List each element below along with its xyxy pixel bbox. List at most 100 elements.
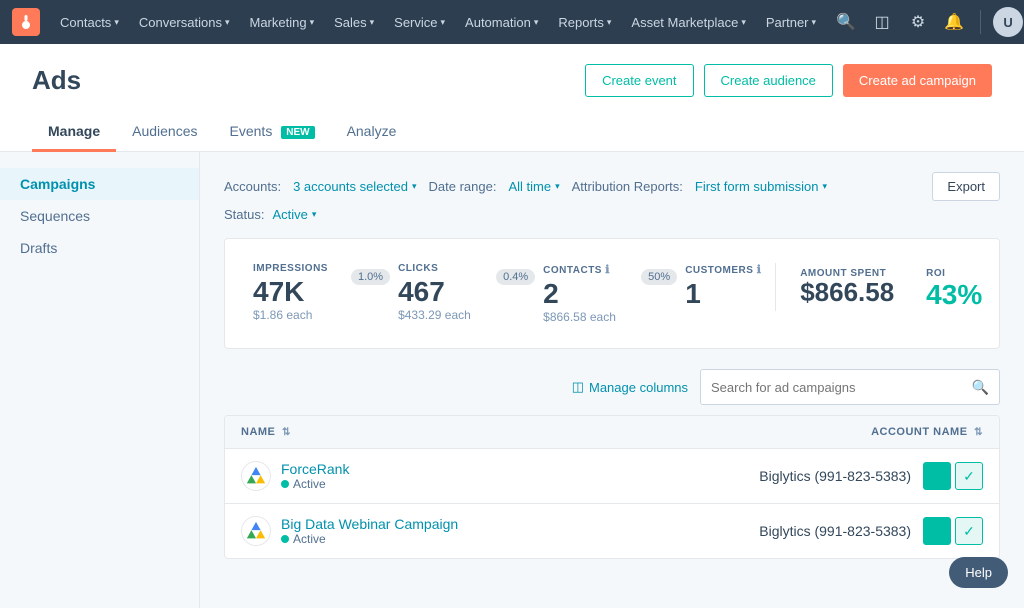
clicks-arrow: 0.4% [496,269,535,285]
events-new-badge: NEW [281,126,314,139]
status-active-dot [281,480,289,488]
check-swatch[interactable]: ✓ [955,462,983,490]
tab-manage[interactable]: Manage [32,113,116,152]
customers-stat: CUSTOMERS ℹ 1 [685,263,765,308]
accounts-filter[interactable]: 3 accounts selected ▾ [293,179,416,194]
create-campaign-button[interactable]: Create ad campaign [843,64,992,97]
nav-partner[interactable]: Partner ▾ [758,0,824,44]
avatar[interactable]: U [993,7,1023,37]
search-icon[interactable]: 🔍 [832,8,860,36]
campaign-account-cell: Biglytics (991-823-5383) ✓ [607,504,999,559]
table-header-row: NAME ⇅ ACCOUNT NAME ⇅ [225,416,999,449]
status-row: Status: Active ▾ [224,207,1000,222]
header-actions: Create event Create audience Create ad c… [585,64,992,97]
teal-swatch[interactable] [923,517,951,545]
customers-label: CUSTOMERS ℹ [685,263,765,276]
attribution-filter[interactable]: First form submission ▾ [695,179,827,194]
help-button[interactable]: Help [949,557,1008,588]
account-name: Biglytics (991-823-5383) [759,468,911,484]
service-caret-icon: ▾ [441,17,446,28]
nav-asset-marketplace[interactable]: Asset Marketplace ▾ [623,0,753,44]
search-icon: 🔍 [972,379,989,396]
date-range-caret-icon: ▾ [555,181,560,192]
table-toolbar: ◫ Manage columns 🔍 [224,369,1000,405]
roi-stat: ROI 43% [926,263,982,311]
campaign-status: Active [281,532,458,546]
reports-caret-icon: ▾ [607,17,612,28]
account-sort-icon: ⇅ [974,427,983,438]
campaign-name-cell: Big Data Webinar Campaign Active [225,504,607,559]
grid-icon[interactable]: ◫ [868,8,896,36]
attribution-label: Attribution Reports: [572,179,683,194]
campaign-name-link[interactable]: Big Data Webinar Campaign [281,516,458,532]
content-area: Accounts: 3 accounts selected ▾ Date ran… [200,152,1024,608]
check-swatch[interactable]: ✓ [955,517,983,545]
column-header-name[interactable]: NAME ⇅ [225,416,607,449]
create-audience-button[interactable]: Create audience [704,64,833,97]
tab-events[interactable]: Events NEW [214,113,331,152]
tab-analyze[interactable]: Analyze [331,113,413,152]
color-swatches: ✓ [923,462,983,490]
notifications-icon[interactable]: 🔔 [940,8,968,36]
page-title: Ads [32,65,81,96]
conversations-caret-icon: ▾ [225,17,230,28]
campaign-name-link[interactable]: ForceRank [281,461,349,477]
amount-spent-stat: AMOUNT SPENT $866.58 [800,263,894,305]
contacts-arrow: 50% [641,269,677,285]
contacts-info-icon[interactable]: ℹ [605,264,610,276]
account-name: Biglytics (991-823-5383) [759,523,911,539]
attribution-caret-icon: ▾ [822,181,827,192]
create-event-button[interactable]: Create event [585,64,693,97]
nav-marketing[interactable]: Marketing ▾ [241,0,322,44]
customers-info-icon[interactable]: ℹ [757,264,762,276]
teal-swatch[interactable] [923,462,951,490]
status-filter[interactable]: Active ▾ [272,207,316,222]
stats-right: AMOUNT SPENT $866.58 ROI 43% [775,263,982,311]
nav-service[interactable]: Service ▾ [386,0,453,44]
checkmark-icon: ✓ [963,468,975,485]
column-header-account[interactable]: ACCOUNT NAME ⇅ [607,416,999,449]
partner-caret-icon: ▾ [812,17,817,28]
clicks-stat: CLICKS 467 $433.29 each [398,263,478,322]
nav-contacts[interactable]: Contacts ▾ [52,0,127,44]
hubspot-logo[interactable] [12,8,40,36]
sales-caret-icon: ▾ [370,17,375,28]
accounts-label: Accounts: [224,179,281,194]
campaign-status: Active [281,477,349,491]
nav-divider [980,10,981,34]
sidebar-item-sequences[interactable]: Sequences [0,200,199,232]
status-text: Active [293,477,326,491]
export-button[interactable]: Export [932,172,1000,201]
manage-columns-button[interactable]: ◫ Manage columns [572,379,688,395]
top-navigation: Contacts ▾ Conversations ▾ Marketing ▾ S… [0,0,1024,44]
asset-marketplace-caret-icon: ▾ [741,17,746,28]
settings-icon[interactable]: ⚙ [904,8,932,36]
automation-caret-icon: ▾ [534,17,539,28]
page-tabs: Manage Audiences Events NEW Analyze [32,113,992,151]
stats-card: IMPRESSIONS 47K $1.86 each 1.0% CLICKS 4… [224,238,1000,349]
accounts-caret-icon: ▾ [412,181,417,192]
contacts-label: CONTACTS ℹ [543,263,623,276]
filters-row: Accounts: 3 accounts selected ▾ Date ran… [224,172,1000,201]
nav-conversations[interactable]: Conversations ▾ [131,0,238,44]
google-ads-icon [241,461,271,491]
sidebar-item-drafts[interactable]: Drafts [0,232,199,264]
tab-audiences[interactable]: Audiences [116,113,213,152]
sidebar: Campaigns Sequences Drafts [0,152,200,608]
search-box: 🔍 [700,369,1000,405]
status-text: Active [293,532,326,546]
columns-icon: ◫ [572,379,584,395]
contacts-stat: CONTACTS ℹ 2 $866.58 each [543,263,623,324]
impressions-stat: IMPRESSIONS 47K $1.86 each [253,263,333,322]
marketing-caret-icon: ▾ [310,17,315,28]
nav-automation[interactable]: Automation ▾ [457,0,546,44]
status-label: Status: [224,207,264,222]
status-caret-icon: ▾ [312,209,317,220]
date-range-filter[interactable]: All time ▾ [508,179,559,194]
nav-reports[interactable]: Reports ▾ [550,0,619,44]
table-row: ForceRank Active Biglytics (991-823-5383… [225,449,999,504]
sidebar-item-campaigns[interactable]: Campaigns [0,168,199,200]
search-input[interactable] [711,380,972,395]
nav-sales[interactable]: Sales ▾ [326,0,382,44]
checkmark-icon: ✓ [963,523,975,540]
